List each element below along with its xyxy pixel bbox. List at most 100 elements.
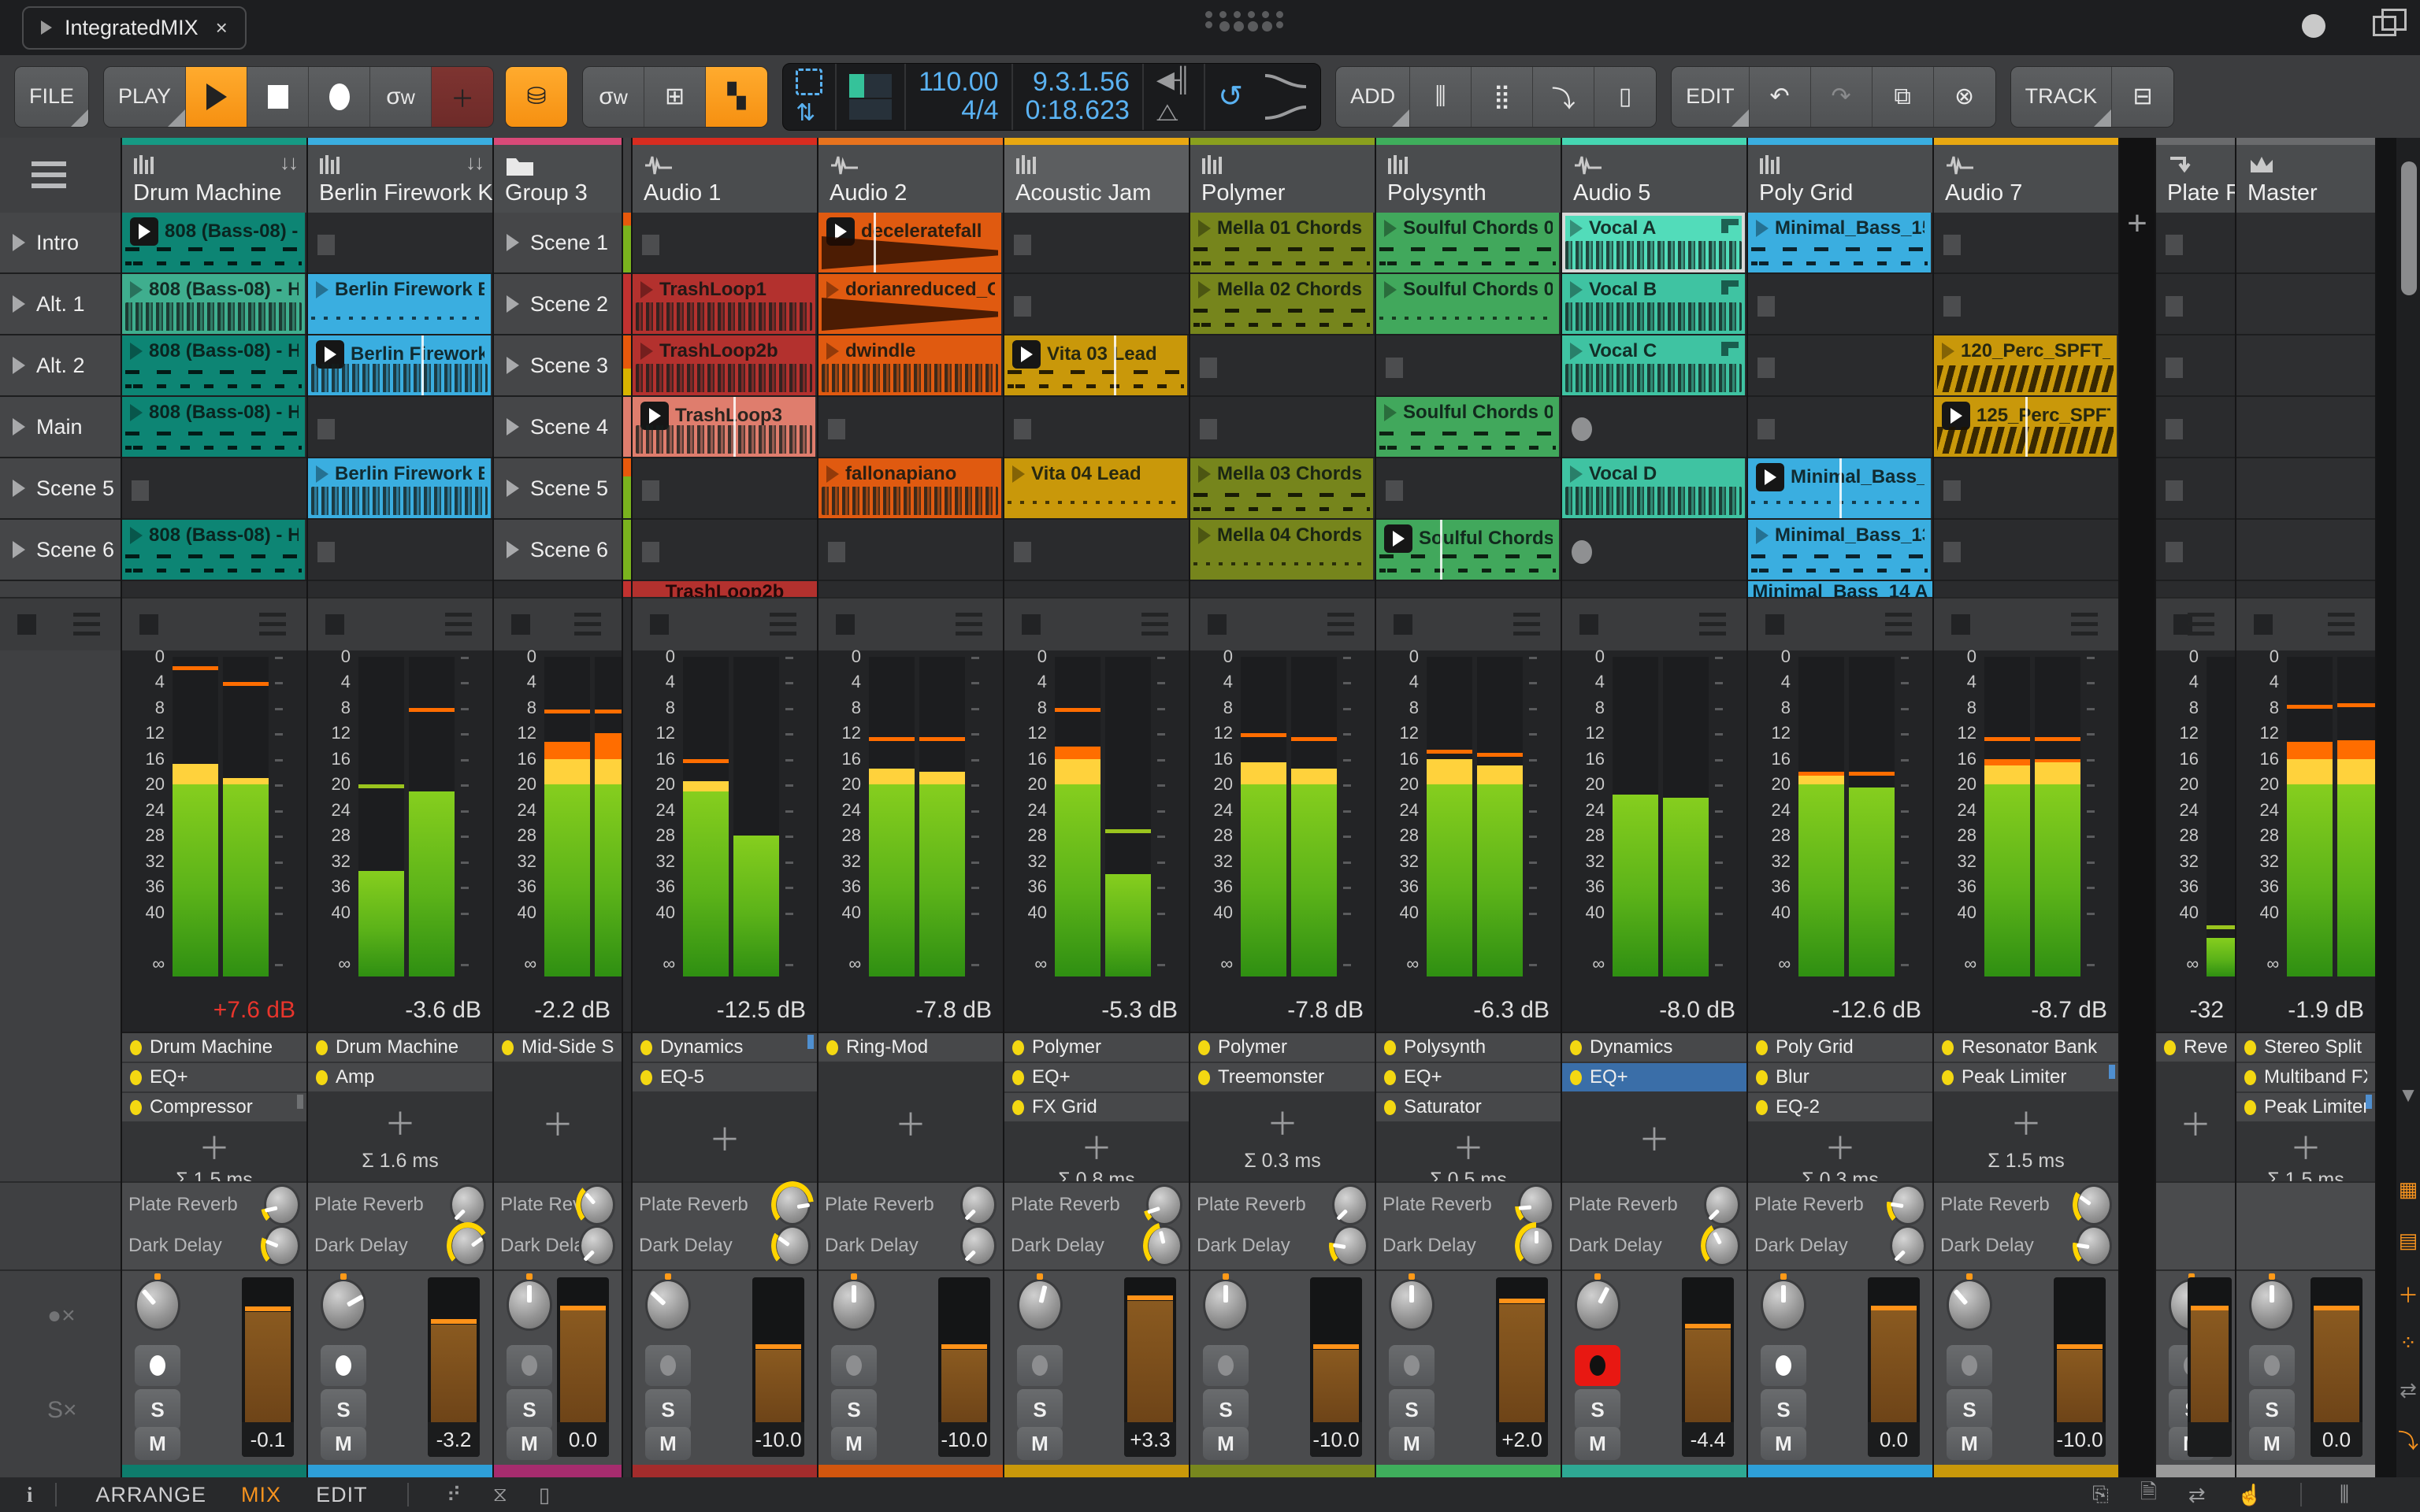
clip-slot[interactable]: fallonapiano	[818, 458, 1003, 520]
send-knob[interactable]	[450, 1225, 486, 1266]
clip-slot[interactable]	[1190, 335, 1375, 397]
clip[interactable]: Vocal C	[1562, 335, 1745, 395]
add-device-button[interactable]: ＋	[2156, 1063, 2235, 1181]
device-item[interactable]: Treemonster	[1190, 1063, 1375, 1093]
pan-knob[interactable]	[831, 1279, 877, 1331]
solo-button[interactable]: S	[321, 1389, 366, 1430]
track-list-icon[interactable]	[1141, 613, 1168, 636]
send-knob[interactable]	[960, 1184, 997, 1225]
stop-slot-icon[interactable]	[317, 235, 335, 255]
device-item[interactable]: Peak Limiter	[1934, 1063, 2118, 1093]
clip-slot[interactable]: Mella 01 Chords	[1190, 213, 1375, 274]
fader-cap[interactable]	[2314, 1306, 2359, 1310]
device-enabled-icon[interactable]	[1384, 1100, 1396, 1115]
scene-play-icon[interactable]	[13, 357, 25, 374]
clip-slot[interactable]	[1934, 213, 2118, 274]
device-enabled-icon[interactable]	[1942, 1040, 1954, 1055]
stop-slot-icon[interactable]	[2166, 358, 2183, 378]
clip-play-icon[interactable]	[1198, 220, 1211, 237]
device-item[interactable]: Polymer	[1004, 1033, 1189, 1063]
send-row[interactable]: Dark Delay	[1011, 1225, 1182, 1266]
solo-button[interactable]: S	[1389, 1389, 1435, 1430]
send-row[interactable]: Plate Rev...	[500, 1184, 615, 1225]
track-list-icon[interactable]	[1327, 613, 1354, 636]
clip-play-icon[interactable]	[1570, 281, 1583, 298]
send-row[interactable]: Dark Delay	[639, 1225, 811, 1266]
track-name[interactable]: Poly Grid	[1759, 180, 1853, 206]
clip-playing-icon[interactable]	[1756, 463, 1784, 491]
mute-button[interactable]: M	[321, 1427, 366, 1460]
clip-slot[interactable]: TrashLoop2b	[633, 335, 817, 397]
add-effect-track-icon[interactable]: ⤵	[1533, 67, 1594, 127]
device-enabled-icon[interactable]	[1198, 1070, 1210, 1085]
device-enabled-icon[interactable]	[130, 1100, 142, 1115]
clip-slot[interactable]	[308, 397, 492, 458]
edit-button[interactable]: EDIT	[1672, 67, 1750, 127]
device-item[interactable]: Amp	[308, 1063, 492, 1093]
send-row[interactable]: Dark Delay	[314, 1225, 486, 1266]
clip[interactable]: dwindle	[818, 335, 1001, 395]
stop-clips-button[interactable]	[650, 614, 669, 635]
send-row[interactable]: Dark Delay	[1754, 1225, 1926, 1266]
volume-fader[interactable]: -10.0	[2054, 1277, 2106, 1457]
device-item[interactable]: Resonator Bank	[1934, 1033, 2118, 1063]
device-enabled-icon[interactable]	[640, 1070, 652, 1085]
scene-play-icon[interactable]	[13, 418, 25, 435]
record-arm-button[interactable]	[1389, 1345, 1435, 1386]
clip-slot[interactable]: Minimal_Bass_15 A	[1748, 213, 1932, 274]
stop-slot-icon[interactable]	[1943, 542, 1961, 562]
stop-clips-button[interactable]	[1394, 614, 1412, 635]
volume-fader[interactable]	[2188, 1277, 2232, 1457]
clip[interactable]: 125_Perc_SPFT_11	[1934, 397, 2117, 457]
send-row[interactable]: Dark Delay	[1383, 1225, 1554, 1266]
send-knob[interactable]	[579, 1184, 615, 1225]
stop-slot-icon[interactable]	[317, 542, 335, 562]
device-enabled-icon[interactable]	[2244, 1100, 2256, 1115]
launcher-record-button[interactable]: ⛁	[506, 67, 567, 127]
send-row[interactable]: Plate Reverb	[1011, 1184, 1182, 1225]
record-arm-button[interactable]	[831, 1345, 877, 1386]
clip-playing-icon[interactable]	[1942, 402, 1970, 430]
clip-slot[interactable]	[1376, 458, 1561, 520]
send-knob[interactable]	[264, 1184, 300, 1225]
clip[interactable]: Soulful Chords 02 A	[1376, 520, 1559, 580]
add-device-icon[interactable]: ＋	[2396, 1280, 2420, 1309]
clip-slot[interactable]	[1004, 274, 1189, 335]
info-icon[interactable]: i	[27, 1483, 33, 1507]
mute-button[interactable]: M	[1203, 1427, 1249, 1460]
stop-slot-icon[interactable]	[2166, 542, 2183, 562]
clip-play-icon[interactable]	[1756, 220, 1769, 237]
device-enabled-icon[interactable]	[2244, 1040, 2256, 1055]
mute-button[interactable]: M	[135, 1427, 180, 1460]
send-knob[interactable]	[1890, 1184, 1926, 1225]
clip[interactable]: Berlin Firework B...	[308, 335, 491, 395]
scene-play-icon[interactable]	[507, 357, 519, 374]
pan-knob[interactable]	[645, 1279, 691, 1331]
device-enabled-icon[interactable]	[2164, 1040, 2176, 1055]
clip-slot[interactable]: Soulful Chords 01 B	[1376, 274, 1561, 335]
scene-list-icon[interactable]	[73, 613, 100, 636]
clip-slot[interactable]	[818, 397, 1003, 458]
send-row[interactable]: Dark Delay	[1568, 1225, 1740, 1266]
record-arm-button[interactable]	[1947, 1345, 1992, 1386]
clip-playing-icon[interactable]	[1012, 340, 1041, 369]
scene-play-icon[interactable]	[13, 234, 25, 251]
track-list-icon[interactable]	[956, 613, 982, 636]
stop-slot-icon[interactable]	[1200, 358, 1217, 378]
track-header[interactable]: Polymer	[1190, 138, 1375, 213]
mute-button[interactable]: M	[645, 1427, 691, 1460]
device-enabled-icon[interactable]	[316, 1040, 328, 1055]
device-enabled-icon[interactable]	[130, 1040, 142, 1055]
window-restore-icon[interactable]	[2373, 16, 2396, 36]
add-device-button[interactable]: ＋	[633, 1093, 817, 1181]
fader-cap[interactable]	[1313, 1344, 1359, 1349]
track-name[interactable]: Polysynth	[1387, 180, 1487, 206]
volume-fader[interactable]: -10.0	[752, 1277, 804, 1457]
clip[interactable]: Mella 03 Chords	[1190, 458, 1373, 518]
collapse-arrows-icon[interactable]: ↓↓	[280, 150, 297, 175]
stop-clips-button[interactable]	[2254, 614, 2273, 635]
browser-grid-icon[interactable]: ▦	[2396, 1177, 2420, 1202]
device-item[interactable]: EQ+	[122, 1063, 306, 1093]
device-item[interactable]: Dynamics	[1562, 1033, 1746, 1063]
clip-slot[interactable]	[1748, 397, 1932, 458]
